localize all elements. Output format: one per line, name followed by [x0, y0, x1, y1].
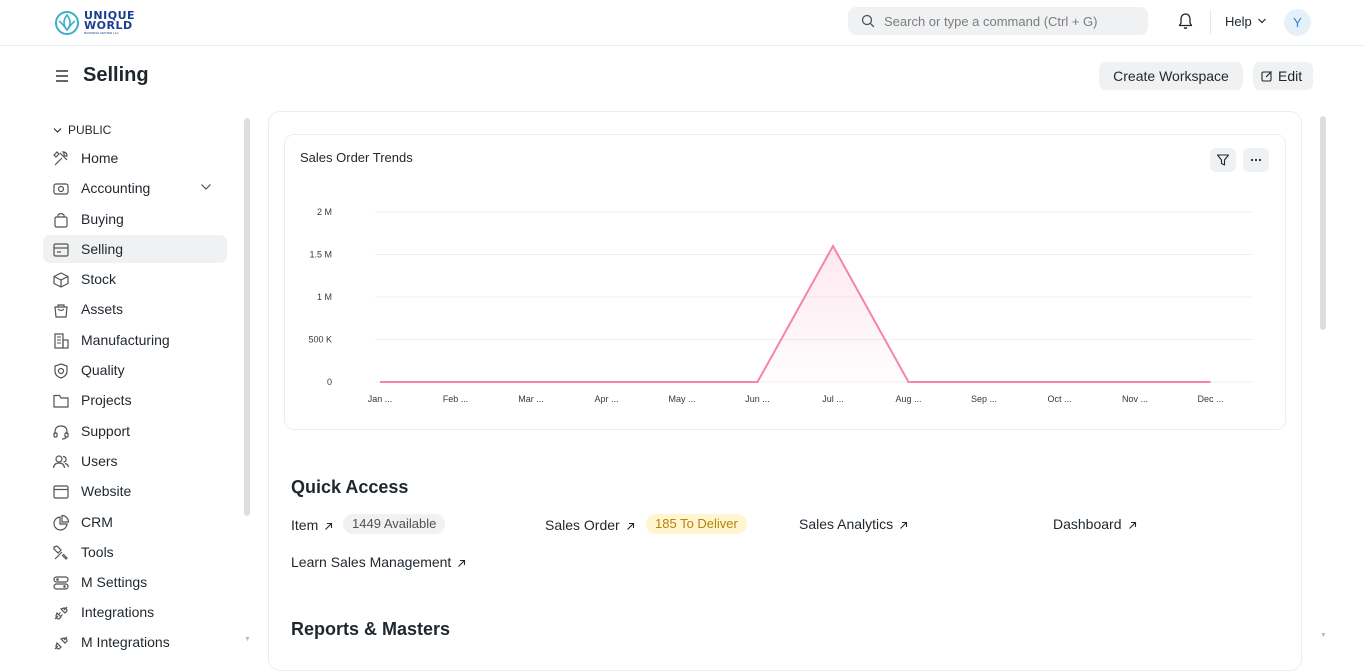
- integrations-icon: [52, 634, 70, 650]
- scroll-down-arrow-icon[interactable]: ▼: [1320, 632, 1327, 639]
- sidebar-item-buying[interactable]: Buying: [43, 205, 227, 233]
- quick-link-sales-order[interactable]: Sales Order: [545, 517, 635, 533]
- x-tick-label: Jun ...: [745, 394, 770, 404]
- manufacturing-icon: [52, 332, 70, 350]
- app-logo[interactable]: UNIQUE WORLD BUSINESS CENTER LLC: [54, 10, 144, 36]
- sales-order-trends-card: Sales Order Trends 0500 K1 M1.5 M2 MJan …: [284, 134, 1286, 430]
- sidebar-item-crm[interactable]: CRM: [43, 508, 227, 536]
- x-tick-label: Dec ...: [1197, 394, 1223, 404]
- create-workspace-button[interactable]: Create Workspace: [1099, 62, 1243, 90]
- integrations-icon: [52, 604, 70, 622]
- quick-access-title: Quick Access: [291, 477, 408, 498]
- y-tick-label: 1 M: [317, 292, 332, 302]
- folder-icon: [52, 392, 70, 410]
- quick-link-item[interactable]: Item: [291, 517, 333, 533]
- x-tick-label: Nov ...: [1122, 394, 1148, 404]
- sidebar: PUBLIC Home Accounting Buying Selling St…: [43, 118, 233, 650]
- sidebar-item-quality[interactable]: Quality: [43, 356, 227, 384]
- page-title: Selling: [83, 64, 149, 87]
- y-tick-label: 500 K: [308, 335, 332, 345]
- website-icon: [52, 483, 70, 501]
- chevron-down-icon: [53, 127, 62, 134]
- buying-icon: [52, 211, 70, 229]
- home-tools-icon: [52, 150, 70, 168]
- search-icon: [861, 14, 875, 28]
- scroll-down-arrow-icon[interactable]: ▼: [244, 636, 251, 643]
- reports-masters-title: Reports & Masters: [291, 619, 450, 640]
- x-tick-label: Jul ...: [822, 394, 844, 404]
- main-scrollbar[interactable]: [1320, 116, 1326, 330]
- user-avatar[interactable]: Y: [1284, 9, 1311, 36]
- x-tick-label: May ...: [668, 394, 695, 404]
- y-tick-label: 2 M: [317, 207, 332, 217]
- arrow-up-right-icon: [899, 521, 908, 530]
- search-placeholder: Search or type a command (Ctrl + G): [884, 14, 1098, 29]
- x-tick-label: Aug ...: [895, 394, 921, 404]
- sidebar-item-users[interactable]: Users: [43, 447, 227, 475]
- arrow-up-right-icon: [324, 522, 333, 531]
- selling-icon: [52, 241, 70, 259]
- quality-icon: [52, 362, 70, 380]
- sidebar-item-support[interactable]: Support: [43, 417, 227, 445]
- edit-icon: [1261, 70, 1273, 82]
- arrow-up-right-icon: [457, 559, 466, 568]
- logo-wordmark: UNIQUE WORLD: [84, 11, 135, 31]
- sidebar-item-projects[interactable]: Projects: [43, 386, 227, 414]
- x-tick-label: Apr ...: [594, 394, 618, 404]
- x-tick-label: Jan ...: [368, 394, 393, 404]
- sidebar-item-selling[interactable]: Selling: [43, 235, 227, 263]
- sidebar-toggle-icon[interactable]: [55, 69, 69, 83]
- sidebar-item-stock[interactable]: Stock: [43, 265, 227, 293]
- y-tick-label: 1.5 M: [309, 250, 332, 260]
- quick-link-sales-analytics[interactable]: Sales Analytics: [799, 516, 908, 532]
- y-tick-label: 0: [327, 377, 332, 387]
- sidebar-item-m-integrations[interactable]: M Integrations: [43, 628, 227, 650]
- x-tick-label: Feb ...: [443, 394, 469, 404]
- help-dropdown[interactable]: Help: [1225, 14, 1252, 29]
- sidebar-item-manufacturing[interactable]: Manufacturing: [43, 326, 227, 354]
- edit-button-label: Edit: [1278, 62, 1302, 90]
- notification-bell-icon[interactable]: [1177, 12, 1194, 30]
- sidebar-item-home[interactable]: Home: [43, 144, 227, 172]
- arrow-up-right-icon: [626, 522, 635, 531]
- stock-box-icon: [52, 271, 70, 289]
- crm-icon: [52, 514, 70, 532]
- chevron-down-icon[interactable]: [1257, 17, 1267, 25]
- arrow-up-right-icon: [1128, 521, 1137, 530]
- sidebar-item-integrations[interactable]: Integrations: [43, 598, 227, 626]
- search-input[interactable]: Search or type a command (Ctrl + G): [848, 7, 1148, 35]
- chevron-down-icon[interactable]: [200, 183, 212, 191]
- x-tick-label: Mar ...: [518, 394, 544, 404]
- sidebar-item-tools[interactable]: Tools: [43, 538, 227, 566]
- sales-order-deliver-badge: 185 To Deliver: [646, 514, 747, 534]
- users-icon: [52, 453, 70, 471]
- settings-toggle-icon: [52, 574, 70, 592]
- sidebar-item-website[interactable]: Website: [43, 477, 227, 505]
- assets-icon: [52, 301, 70, 319]
- navbar-divider: [1210, 10, 1211, 34]
- edit-button[interactable]: Edit: [1253, 62, 1313, 90]
- sidebar-item-accounting[interactable]: Accounting: [43, 174, 227, 202]
- item-available-badge: 1449 Available: [343, 514, 445, 534]
- x-tick-label: Sep ...: [971, 394, 997, 404]
- top-navbar: UNIQUE WORLD BUSINESS CENTER LLC Search …: [0, 0, 1365, 46]
- accounting-icon: [52, 180, 70, 198]
- sales-order-trends-chart: 0 500 K 1 M 1.5 M 2 M Jan ... Feb ... Mar ... Ap…: [285, 135, 1287, 431]
- sidebar-item-assets[interactable]: Assets: [43, 295, 227, 323]
- quick-link-learn-sales-management[interactable]: Learn Sales Management: [291, 554, 466, 570]
- x-tick-label: Oct ...: [1047, 394, 1071, 404]
- headset-icon: [52, 423, 70, 441]
- logo-subtitle: BUSINESS CENTER LLC: [84, 31, 119, 35]
- logo-lotus-icon: [54, 10, 80, 36]
- sidebar-item-m-settings[interactable]: M Settings: [43, 568, 227, 596]
- quick-link-dashboard[interactable]: Dashboard: [1053, 516, 1137, 532]
- sidebar-scrollbar[interactable]: [244, 118, 250, 516]
- tools-icon: [52, 544, 70, 562]
